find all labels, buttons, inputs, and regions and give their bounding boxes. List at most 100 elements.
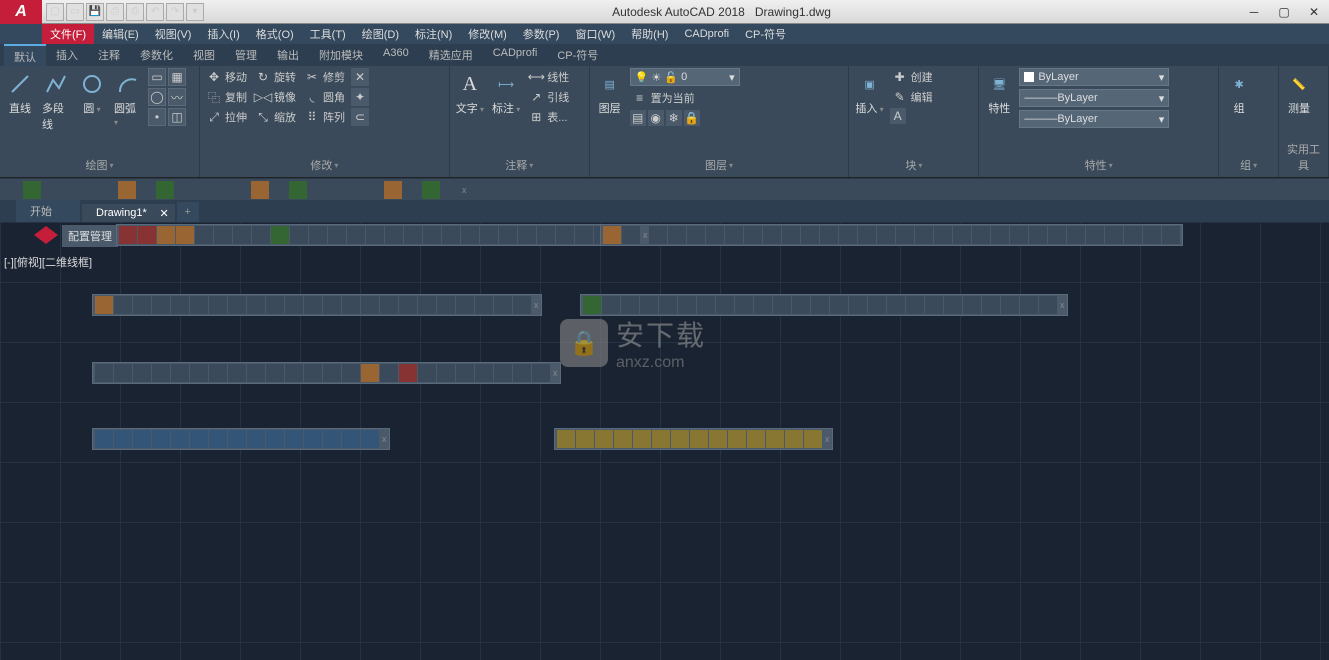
toolbar-icon[interactable] [418, 296, 436, 314]
insert-block-tool[interactable]: ▣插入 [853, 68, 885, 118]
toolbar-icon[interactable] [266, 364, 284, 382]
toolbar-icon[interactable] [290, 226, 308, 244]
toolbar-icon[interactable] [1124, 226, 1142, 244]
toolbar-icon[interactable] [209, 296, 227, 314]
toolbar-icon[interactable] [152, 430, 170, 448]
toolbar-icon[interactable] [697, 296, 715, 314]
menu-tools[interactable]: 工具(T) [302, 24, 354, 44]
menu-file[interactable]: 文件(F) [42, 24, 94, 44]
circle-tool[interactable]: 圆 [76, 68, 108, 118]
toolbar-icon[interactable] [323, 430, 341, 448]
toolbar-icon[interactable] [1067, 226, 1085, 244]
view-label[interactable]: [-][俯视][二维线框] [4, 254, 92, 270]
ribbon-tab-cadprofi[interactable]: CADprofi [483, 44, 548, 66]
toolbar-icon[interactable] [830, 296, 848, 314]
toolbar-icon[interactable] [537, 226, 555, 244]
toolbar-icon[interactable] [461, 226, 479, 244]
menu-help[interactable]: 帮助(H) [623, 24, 676, 44]
toolbar-icon[interactable] [706, 226, 724, 244]
toolbar-icon[interactable] [304, 430, 322, 448]
toolbar-icon[interactable] [304, 364, 322, 382]
spline-icon[interactable]: 〰 [168, 88, 186, 106]
rotate-tool[interactable]: ↻旋转 [253, 68, 298, 86]
toolbar-icon[interactable] [1162, 226, 1180, 244]
offset-icon[interactable]: ⊂ [351, 108, 369, 126]
toolbar-icon[interactable] [839, 226, 857, 244]
toolbar-icon[interactable] [365, 181, 383, 199]
toolbar-icon[interactable] [953, 226, 971, 244]
qat-saveas-icon[interactable]: ⎙ [106, 3, 124, 21]
toolbar-icon[interactable] [925, 296, 943, 314]
toolbar-close-icon[interactable]: x [462, 185, 467, 195]
panel-modify-title[interactable]: 修改 [204, 155, 445, 175]
toolbar-icon[interactable] [138, 226, 156, 244]
toolbar-icon[interactable] [171, 430, 189, 448]
toolbar-icon[interactable] [709, 430, 727, 448]
layer-props-tool[interactable]: ▤图层 [594, 68, 626, 118]
toolbar-icon[interactable] [934, 226, 952, 244]
toolbar-icon[interactable] [175, 181, 193, 199]
ribbon-tab-manage[interactable]: 管理 [225, 44, 267, 66]
toolbar-icon[interactable] [95, 296, 113, 314]
qat-open-icon[interactable]: ▭ [66, 3, 84, 21]
qat-undo-icon[interactable]: ↶ [146, 3, 164, 21]
toolbar-icon[interactable] [649, 226, 667, 244]
toolbar-icon[interactable] [513, 296, 531, 314]
panel-draw-title[interactable]: 绘图 [4, 155, 195, 175]
close-button[interactable]: ✕ [1299, 1, 1329, 23]
line-tool[interactable]: 直线 [4, 68, 36, 118]
toolbar-icon[interactable] [1020, 296, 1038, 314]
menu-window[interactable]: 窗口(W) [567, 24, 623, 44]
toolbar-icon[interactable] [233, 226, 251, 244]
toolbar-icon[interactable] [190, 364, 208, 382]
toolbar-icon[interactable] [157, 226, 175, 244]
menu-modify[interactable]: 修改(M) [460, 24, 515, 44]
toolbar-icon[interactable] [342, 296, 360, 314]
toolbar-icon[interactable] [480, 226, 498, 244]
toolbar-icon[interactable] [361, 430, 379, 448]
toolbar-icon[interactable] [95, 364, 113, 382]
toolbar-icon[interactable] [754, 296, 772, 314]
toolbar-icon[interactable] [266, 430, 284, 448]
qat-new-icon[interactable]: ▢ [46, 3, 64, 21]
color-combo[interactable]: ByLayer [1019, 68, 1169, 86]
toolbar-icon[interactable] [804, 430, 822, 448]
menu-param[interactable]: 参数(P) [515, 24, 568, 44]
panel-props-title[interactable]: 特性 [983, 155, 1214, 175]
toolbar-icon[interactable] [171, 296, 189, 314]
mirror-tool[interactable]: ▷◁镜像 [253, 88, 298, 106]
toolbar-close-icon[interactable]: x [825, 434, 830, 444]
ellipse-icon[interactable]: ◯ [148, 88, 166, 106]
menu-edit[interactable]: 编辑(E) [94, 24, 147, 44]
explode-icon[interactable]: ✦ [351, 88, 369, 106]
menu-cpsymbol[interactable]: CP-符号 [737, 24, 794, 44]
linetype-combo[interactable]: ——— ByLayer [1019, 110, 1169, 128]
toolbar-icon[interactable] [61, 181, 79, 199]
arc-tool[interactable]: 圆弧 [112, 68, 144, 130]
layerfreeze-icon[interactable]: ❄ [666, 110, 682, 126]
toolbar-icon[interactable] [595, 430, 613, 448]
stretch-tool[interactable]: ⤢拉伸 [204, 108, 249, 126]
toolbar-icon[interactable] [690, 430, 708, 448]
toolbar-icon[interactable] [513, 364, 531, 382]
toolbar-icon[interactable] [576, 430, 594, 448]
toolbar-icon[interactable] [209, 364, 227, 382]
point-icon[interactable]: • [148, 108, 166, 126]
toolbar-icon[interactable] [963, 296, 981, 314]
menu-view[interactable]: 视图(V) [147, 24, 200, 44]
hatch-icon[interactable]: ▦ [168, 68, 186, 86]
toolbar-icon[interactable] [801, 226, 819, 244]
toolbar-icon[interactable] [176, 226, 194, 244]
toolbar-icon[interactable] [575, 226, 593, 244]
toolbar-icon[interactable] [308, 181, 326, 199]
toolbar-icon[interactable] [251, 181, 269, 199]
drawing-canvas[interactable]: 配置管理 x x [-][俯视][二维线框] x x 🔒 安下载 anxz.co… [0, 222, 1329, 660]
toolbar-icon[interactable] [614, 430, 632, 448]
ribbon-tab-a360[interactable]: A360 [373, 44, 419, 66]
toolbar-close-icon[interactable]: x [382, 434, 387, 444]
toolbar-icon[interactable] [494, 296, 512, 314]
toolbar-icon[interactable] [114, 364, 132, 382]
linear-dim-tool[interactable]: ⟷线性 [526, 68, 571, 86]
toolbar-icon[interactable] [271, 226, 289, 244]
doctab-drawing1[interactable]: Drawing1*✕ [82, 204, 175, 222]
